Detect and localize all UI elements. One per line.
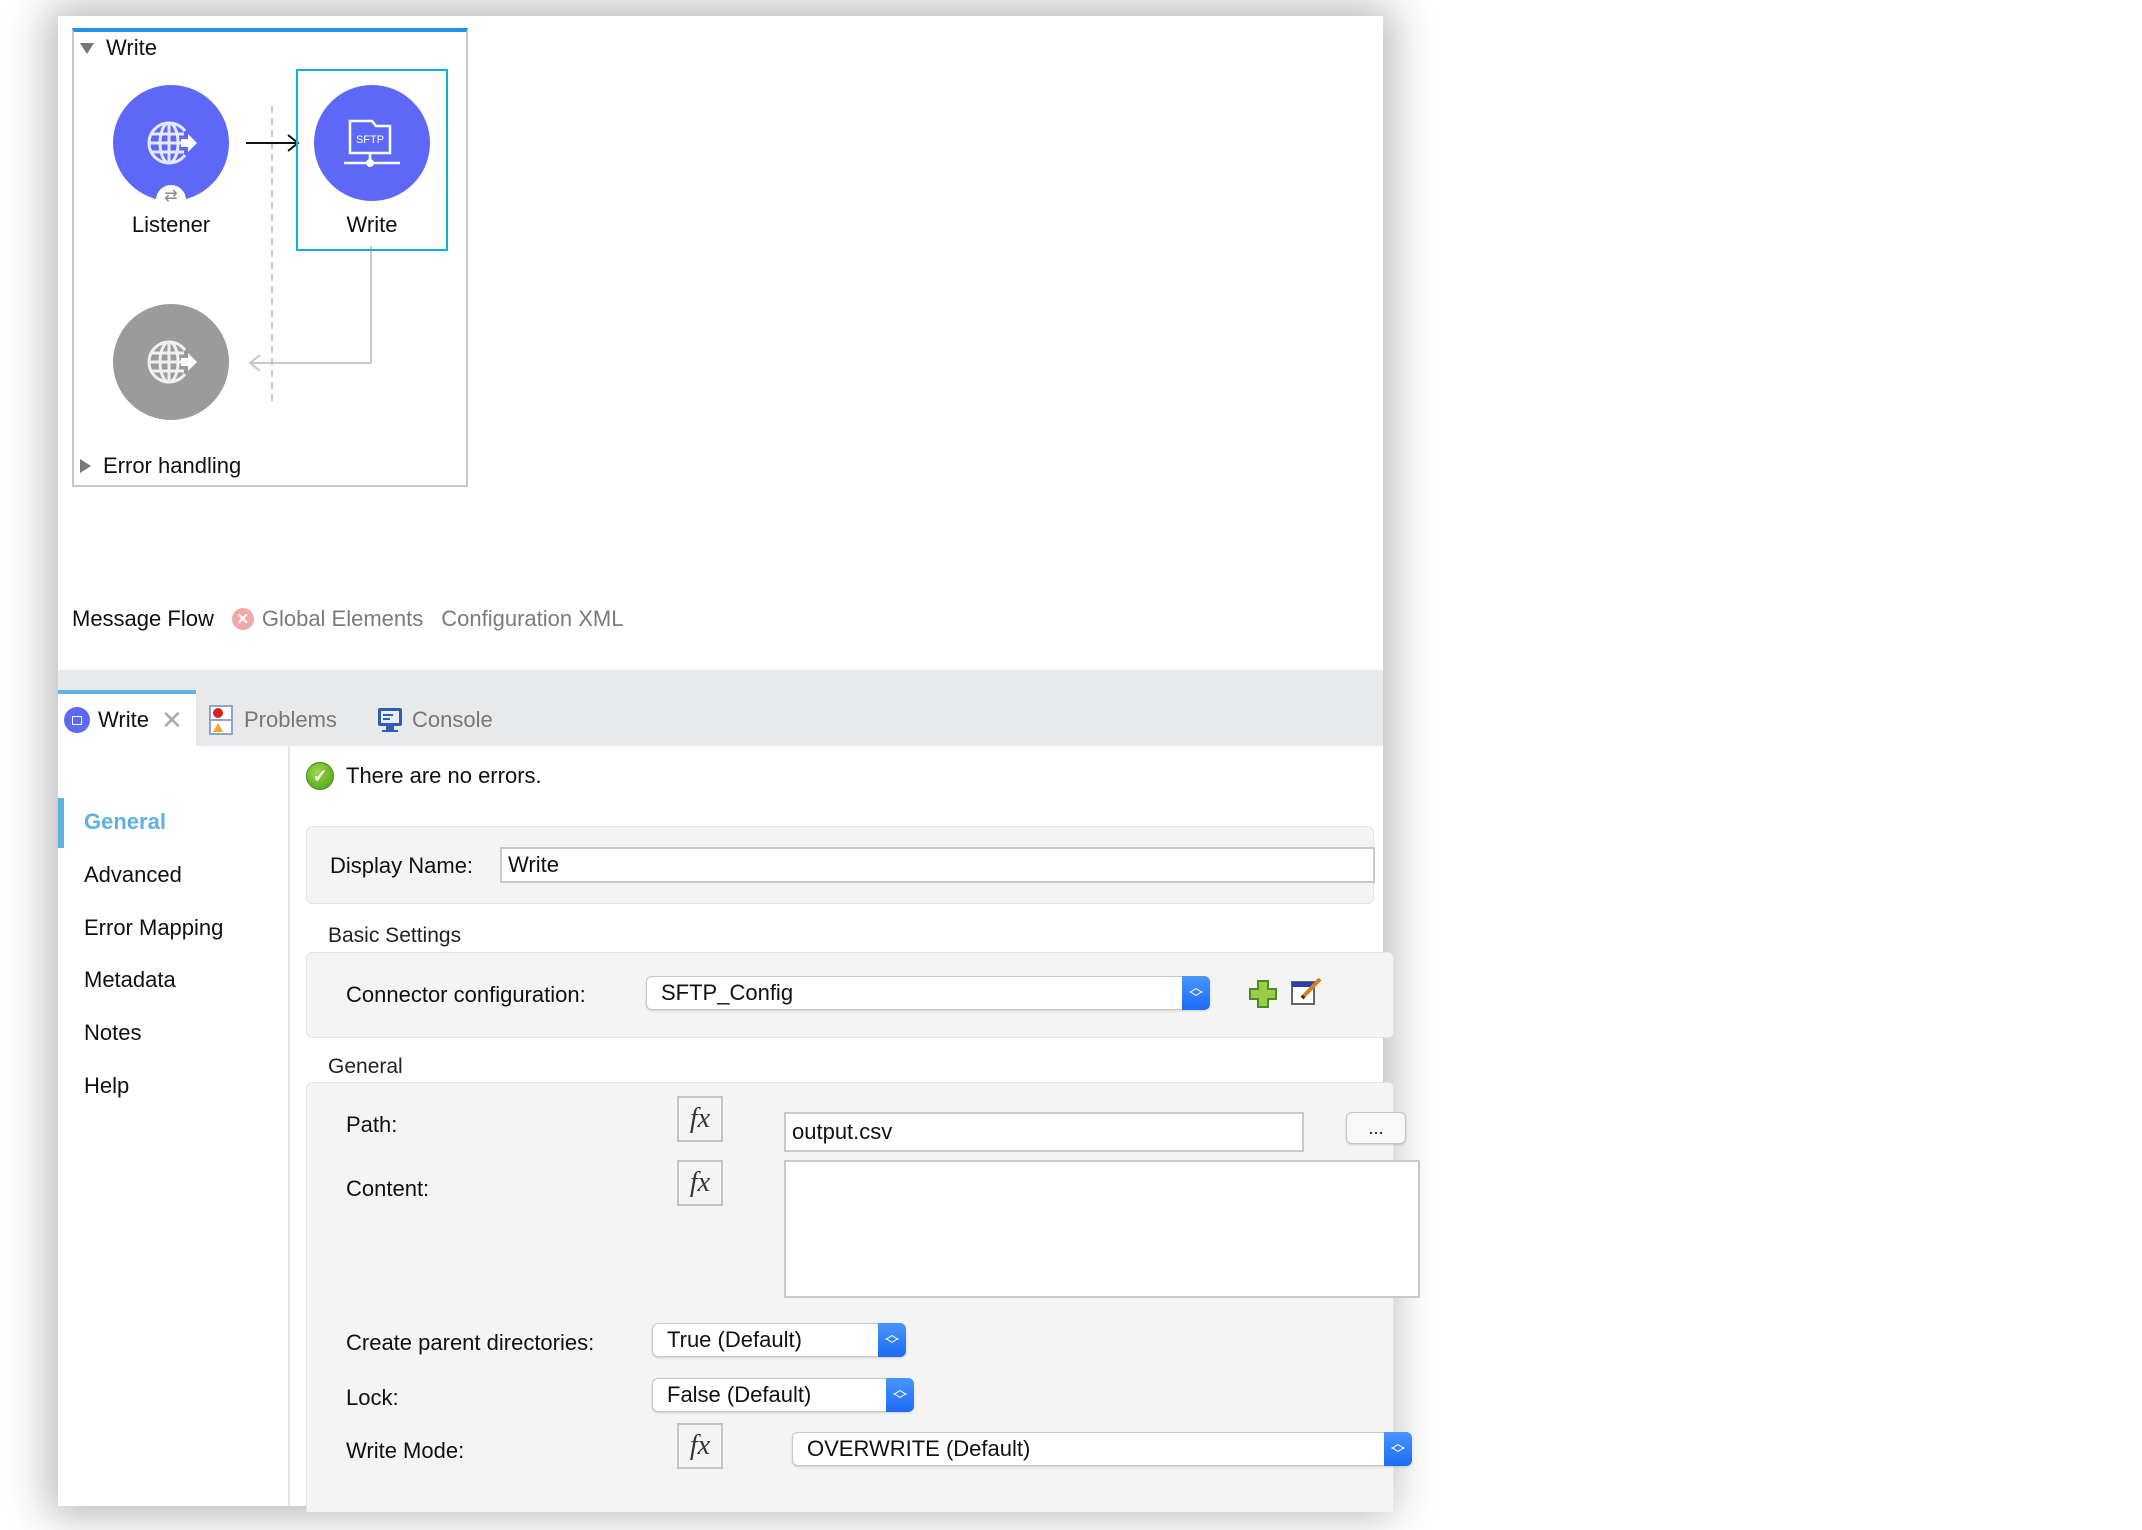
tab-label: Problems	[244, 707, 337, 732]
select-value: True (Default)	[667, 1327, 802, 1352]
content-label: Content:	[346, 1176, 430, 1201]
write-mode-fx-toggle[interactable]: fx	[677, 1423, 723, 1469]
write-mode-label: Write Mode:	[346, 1438, 465, 1463]
tab-label: Console	[412, 707, 493, 732]
select-arrows-icon: ︿ ﹀	[878, 1323, 906, 1357]
select-value: False (Default)	[667, 1382, 812, 1407]
error-handling-label: Error handling	[103, 453, 242, 478]
sftp-folder-icon: SFTP	[344, 119, 400, 167]
basic-settings-title: Basic Settings	[328, 924, 462, 947]
svg-text:SFTP: SFTP	[356, 134, 384, 146]
select-arrows-icon: ︿ ﹀	[1182, 976, 1210, 1010]
tab-configuration-xml[interactable]: Configuration XML	[441, 606, 623, 632]
sftp-write-node[interactable]: SFTP	[314, 85, 430, 201]
tab-message-flow[interactable]: Message Flow	[72, 606, 214, 632]
path-fx-toggle[interactable]: fx	[677, 1096, 723, 1142]
connector-config-select[interactable]: SFTP_Config ︿ ﹀	[646, 976, 1210, 1010]
select-value: OVERWRITE (Default)	[807, 1436, 1031, 1461]
lock-select[interactable]: False (Default) ︿ ﹀	[652, 1378, 914, 1412]
nav-item-notes[interactable]: Notes	[84, 1020, 141, 1046]
write-node-label: Write	[346, 212, 398, 237]
http-response-icon	[147, 340, 197, 384]
edit-config-icon[interactable]	[1290, 976, 1322, 1008]
select-arrows-icon: ︿ ﹀	[1384, 1432, 1412, 1466]
editor-tabs: Message Flow ✕ Global Elements Configura…	[72, 606, 623, 632]
http-listener-icon	[147, 121, 197, 165]
check-circle-icon: ✓	[306, 762, 334, 790]
display-name-input[interactable]	[500, 847, 1375, 883]
nav-item-advanced[interactable]: Advanced	[84, 862, 182, 888]
console-icon	[378, 708, 402, 732]
write-mode-select[interactable]: OVERWRITE (Default) ︿ ﹀	[792, 1432, 1412, 1466]
source-badge-icon: ⇄	[156, 185, 186, 207]
path-label: Path:	[346, 1112, 398, 1137]
problems-icon	[209, 705, 233, 735]
display-name-label: Display Name:	[330, 853, 474, 878]
error-handling-header[interactable]: Error handling	[80, 453, 241, 479]
create-parent-select[interactable]: True (Default) ︿ ﹀	[652, 1323, 906, 1357]
select-value: SFTP_Config	[661, 980, 794, 1005]
content-fx-toggle[interactable]: fx	[677, 1160, 723, 1206]
expand-triangle-icon[interactable]	[80, 459, 91, 473]
connector-config-label: Connector configuration:	[346, 982, 586, 1007]
general-section-title: General	[328, 1055, 403, 1078]
listener-label: Listener	[131, 212, 211, 237]
tab-label: Global Elements	[261, 606, 424, 631]
nav-item-help[interactable]: Help	[84, 1073, 129, 1099]
path-input[interactable]	[784, 1112, 1304, 1152]
panel-tab-problems[interactable]: Problems	[208, 694, 337, 746]
create-parent-label: Create parent directories:	[346, 1330, 595, 1355]
nav-item-error-mapping[interactable]: Error Mapping	[84, 915, 223, 941]
browse-button[interactable]: ...	[1346, 1112, 1406, 1144]
listener-node[interactable]: ⇄	[113, 85, 229, 207]
tab-global-elements[interactable]: ✕ Global Elements	[231, 606, 424, 632]
error-icon: ✕	[231, 608, 254, 630]
studio-window: Write ⇄ Listener SFTP Write Error handli…	[58, 16, 1420, 1512]
properties-nav: General Advanced Error Mapping Metadata …	[58, 746, 290, 1506]
tab-label: Write	[98, 707, 149, 732]
select-arrows-icon: ︿ ﹀	[886, 1378, 914, 1412]
add-config-icon[interactable]	[1248, 979, 1278, 1009]
content-textarea[interactable]	[784, 1160, 1420, 1298]
tab-label: Configuration XML	[441, 606, 624, 631]
sftp-write-icon	[64, 707, 90, 733]
panel-tab-console[interactable]: Console	[376, 694, 493, 746]
tab-label: Message Flow	[72, 606, 214, 631]
return-line	[250, 246, 372, 364]
panel-tab-write[interactable]: Write ✕	[58, 690, 196, 746]
status-text: There are no errors.	[346, 763, 542, 788]
properties-content: ✓ There are no errors. Display Name: Bas…	[290, 746, 1420, 1512]
nav-item-general[interactable]: General	[84, 809, 166, 835]
lock-label: Lock:	[346, 1385, 399, 1410]
nav-item-metadata[interactable]: Metadata	[84, 967, 176, 993]
active-nav-indicator	[58, 798, 64, 848]
close-icon[interactable]: ✕	[161, 707, 183, 733]
http-response-node[interactable]	[113, 304, 229, 420]
validation-status: ✓ There are no errors.	[306, 762, 542, 790]
